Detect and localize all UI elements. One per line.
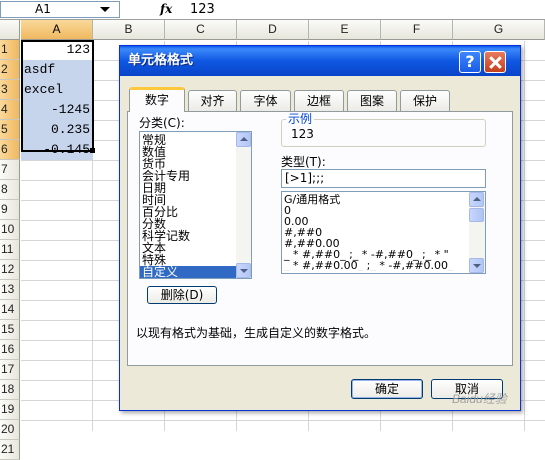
row-header[interactable]: 4 (0, 100, 20, 120)
row-header[interactable]: 9 (0, 200, 20, 220)
row-header[interactable]: 17 (0, 360, 20, 380)
insert-function-icon[interactable]: fx (160, 1, 182, 18)
tab-5[interactable]: 保护 (400, 90, 450, 111)
row-header[interactable]: 18 (0, 380, 20, 400)
sample-value: 123 (291, 127, 314, 141)
watermark: Baidu经验 (452, 392, 507, 406)
column-header-d[interactable]: D (237, 20, 309, 40)
row-header[interactable]: 2 (0, 60, 20, 80)
row-header[interactable]: 16 (0, 340, 20, 360)
scroll-down-icon[interactable] (236, 263, 251, 278)
row-header[interactable]: 7 (0, 160, 20, 180)
row-header[interactable]: 5 (0, 120, 20, 140)
help-button[interactable]: ? (459, 51, 481, 73)
row-header[interactable]: 14 (0, 300, 20, 320)
type-label: 类型(T): (281, 155, 326, 169)
ok-button[interactable]: 确定 (351, 379, 423, 399)
column-header-g[interactable]: G (453, 20, 545, 40)
number-tab-panel: 分类(C): 常规 数值 货币 会计专用 日期 时间 百分比 分数 科学记数 文本 特殊 自定义 示例… (127, 111, 513, 366)
tab-1[interactable]: 对齐 (188, 90, 237, 111)
type-scrollbar[interactable] (469, 192, 485, 273)
selection-border (21, 40, 94, 152)
format-description: 以现有格式为基础，生成自定义的数字格式。 (136, 326, 377, 340)
column-header-b[interactable]: B (93, 20, 165, 40)
row-header[interactable]: 20 (0, 420, 20, 440)
formula-input[interactable]: 123 (190, 1, 390, 18)
scroll-down-icon[interactable] (469, 258, 484, 273)
select-all-corner[interactable] (0, 20, 20, 40)
type-item[interactable]: 0 (282, 205, 468, 216)
column-header-c[interactable]: C (165, 20, 237, 40)
dialog-title-bar[interactable]: 单元格格式 ? (120, 46, 520, 76)
format-cells-dialog: 单元格格式 ? 数字 对齐 字体 边框 图案 保护 分类(C): 常规 数值 货币 会计专用 日期… (119, 45, 521, 411)
row-header[interactable]: 15 (0, 320, 20, 340)
type-item[interactable]: _ * #,##0.00_ ;_ * -#,##0.00_ (282, 260, 468, 271)
delete-button[interactable]: 删除(D) (147, 286, 217, 304)
fill-handle[interactable] (90, 148, 95, 153)
row-header[interactable]: 13 (0, 280, 20, 300)
row-header[interactable]: 3 (0, 80, 20, 100)
scroll-up-icon[interactable] (469, 192, 484, 207)
chevron-down-icon[interactable] (96, 2, 118, 17)
category-list[interactable]: 常规 数值 货币 会计专用 日期 时间 百分比 分数 科学记数 文本 特殊 自定义 (139, 131, 252, 279)
type-input[interactable]: [>1];;; (281, 169, 486, 188)
scroll-thumb[interactable] (469, 208, 484, 222)
scroll-up-icon[interactable] (236, 132, 251, 147)
row-header[interactable]: 21 (0, 440, 20, 460)
row-header[interactable]: 12 (0, 260, 20, 280)
type-list[interactable]: G/通用格式 0 0.00 #,##0 #,##0.00 _ * #,##0_ ;_ * … (281, 191, 486, 274)
tab-4[interactable]: 图案 (347, 90, 397, 111)
column-header-a[interactable]: A (21, 20, 93, 40)
type-item[interactable]: G/通用格式 (282, 194, 468, 205)
row-header[interactable]: 10 (0, 220, 20, 240)
column-header-e[interactable]: E (309, 20, 381, 40)
sample-label: 示例 (286, 112, 315, 126)
tab-2[interactable]: 字体 (240, 90, 291, 111)
close-button[interactable] (484, 51, 506, 73)
column-header-f[interactable]: F (381, 20, 453, 40)
row-header[interactable]: 1 (0, 40, 20, 60)
row-header[interactable]: 11 (0, 240, 20, 260)
row-header[interactable]: 19 (0, 400, 20, 420)
row-header[interactable]: 6 (0, 140, 20, 160)
dialog-title: 单元格格式 (128, 53, 194, 68)
category-scrollbar[interactable] (236, 132, 251, 278)
tab-3[interactable]: 边框 (294, 90, 344, 111)
row-header[interactable]: 8 (0, 180, 20, 200)
category-item[interactable]: 自定义 (140, 266, 236, 278)
category-label: 分类(C): (139, 116, 185, 130)
tab-0[interactable]: 数字 (129, 87, 185, 112)
